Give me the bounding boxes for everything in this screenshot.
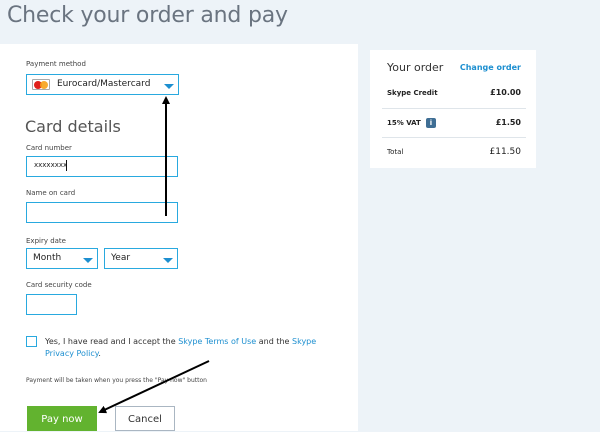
terms-mid: and the — [256, 337, 293, 346]
order-divider — [382, 108, 526, 109]
terms-of-use-link[interactable]: Skype Terms of Use — [178, 337, 256, 346]
order-divider — [382, 137, 526, 138]
expiry-date-label: Expiry date — [26, 237, 66, 245]
card-number-input[interactable]: xxxxxxxx — [26, 156, 178, 177]
text-cursor — [66, 160, 67, 171]
payment-note: Payment will be taken when you press the… — [26, 377, 207, 384]
card-number-value: xxxxxxxx — [34, 161, 68, 169]
terms-text: Yes, I have read and I accept the Skype … — [45, 336, 345, 360]
page-title: Check your order and pay — [7, 3, 288, 28]
order-item-label: Skype Credit — [387, 89, 438, 97]
card-details-heading: Card details — [25, 117, 121, 136]
payment-method-select[interactable]: Eurocard/Mastercard — [26, 74, 179, 95]
security-code-input[interactable] — [26, 294, 77, 315]
name-on-card-input[interactable] — [26, 202, 178, 223]
order-summary-panel: Your order Change order Skype Credit £10… — [370, 50, 536, 168]
name-on-card-label: Name on card — [26, 189, 76, 197]
expiry-year-value: Year — [111, 253, 131, 263]
change-order-link[interactable]: Change order — [460, 63, 521, 72]
accept-terms-checkbox[interactable] — [26, 336, 37, 347]
cancel-button[interactable]: Cancel — [115, 406, 175, 431]
order-item-value: £10.00 — [490, 88, 521, 97]
mastercard-icon — [32, 79, 50, 90]
terms-prefix: Yes, I have read and I accept the — [45, 337, 179, 346]
total-value: £11.50 — [489, 147, 522, 157]
info-icon[interactable]: i — [426, 118, 436, 128]
payment-method-value: Eurocard/Mastercard — [57, 79, 151, 89]
payment-form-panel: Payment method Eurocard/Mastercard Card … — [0, 44, 358, 431]
chevron-down-icon — [83, 258, 93, 263]
order-title: Your order — [387, 61, 444, 74]
vat-label: 15% VAT — [387, 119, 421, 127]
expiry-month-value: Month — [33, 253, 62, 263]
chevron-down-icon — [163, 258, 173, 263]
vat-value: £1.50 — [495, 118, 521, 127]
payment-method-label: Payment method — [26, 60, 86, 68]
total-label: Total — [387, 148, 404, 156]
expiry-month-select[interactable]: Month — [26, 248, 98, 269]
card-number-label: Card number — [26, 144, 72, 152]
terms-suffix: . — [98, 349, 101, 358]
expiry-year-select[interactable]: Year — [104, 248, 178, 269]
chevron-down-icon — [164, 84, 174, 89]
pay-now-button[interactable]: Pay now — [27, 406, 97, 431]
security-code-label: Card security code — [26, 281, 92, 289]
